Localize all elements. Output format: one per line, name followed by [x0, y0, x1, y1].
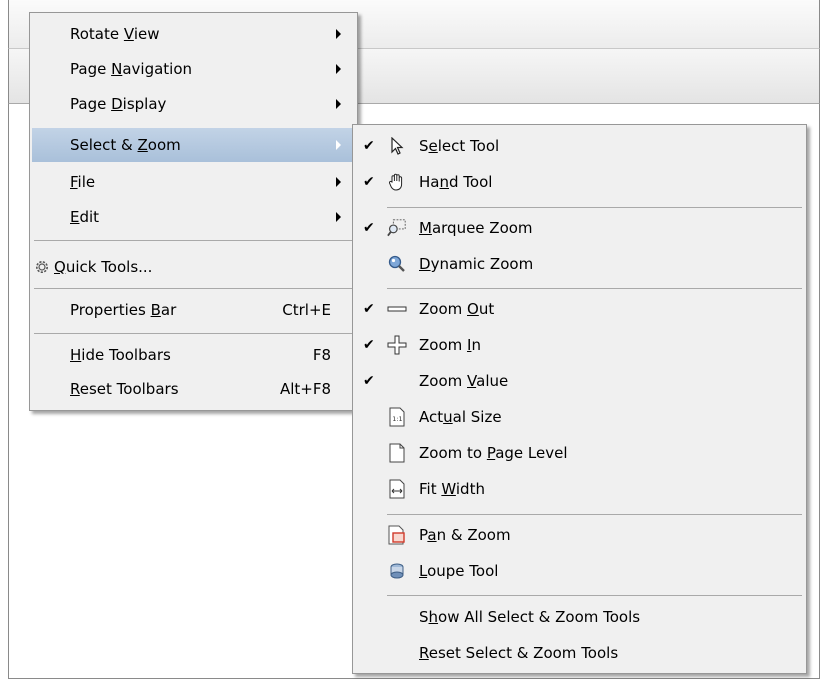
menu-separator: [34, 288, 353, 289]
menu-item-label: Properties Bar: [70, 301, 177, 319]
submenu-item-loupe-tool[interactable]: Loupe Tool: [355, 554, 804, 588]
fit-width-icon: [387, 479, 407, 499]
arrow-pointer-icon: [387, 136, 407, 156]
check-mark-icon: ✔: [363, 174, 375, 190]
menu-item-label: Hide Toolbars: [70, 346, 171, 364]
actual-size-icon: 1:1: [387, 407, 407, 427]
submenu-arrow-icon: [336, 29, 341, 39]
submenu-item-show-all-select-zoom-tools[interactable]: Show All Select & Zoom Tools: [355, 600, 804, 634]
submenu-item-hand-tool[interactable]: ✔ Hand Tool: [355, 165, 804, 199]
submenu-item-label: Dynamic Zoom: [419, 255, 534, 273]
submenu-item-label: Reset Select & Zoom Tools: [419, 644, 619, 662]
menu-item-quick-tools[interactable]: Quick Tools...: [32, 250, 355, 284]
submenu-arrow-icon: [336, 212, 341, 222]
plus-icon: [387, 335, 407, 355]
check-mark-icon: ✔: [363, 301, 375, 317]
menu-item-label: Select & Zoom: [70, 136, 181, 154]
menu-item-label: Quick Tools...: [54, 258, 153, 276]
loupe-icon: [387, 561, 407, 581]
svg-text:1:1: 1:1: [392, 415, 402, 423]
submenu-item-zoom-in[interactable]: ✔ Zoom In: [355, 328, 804, 362]
submenu-item-label: Marquee Zoom: [419, 219, 533, 237]
shortcut-label: Ctrl+E: [282, 301, 331, 319]
dynamic-zoom-icon: [387, 254, 407, 274]
menu-item-label: Rotate View: [70, 25, 160, 43]
menu-item-label: File: [70, 173, 96, 191]
submenu-arrow-icon: [336, 64, 341, 74]
menu-item-page-navigation[interactable]: Page Navigation: [32, 52, 355, 86]
menu-item-label: Edit: [70, 208, 100, 226]
menu-separator: [34, 240, 353, 241]
menu-item-select-zoom[interactable]: Select & Zoom: [32, 128, 355, 162]
submenu-item-label: Loupe Tool: [419, 562, 499, 580]
check-mark-icon: ✔: [363, 337, 375, 353]
submenu-item-label: Hand Tool: [419, 173, 493, 191]
submenu-arrow-icon: [336, 140, 341, 150]
submenu-item-zoom-out[interactable]: ✔ Zoom Out: [355, 292, 804, 326]
submenu-item-label: Zoom to Page Level: [419, 444, 568, 462]
menu-item-edit[interactable]: Edit: [32, 200, 355, 234]
submenu-arrow-icon: [336, 177, 341, 187]
check-mark-icon: ✔: [363, 220, 375, 236]
hand-icon: [387, 172, 407, 192]
menu-separator: [34, 333, 353, 334]
menu-separator: [387, 514, 802, 515]
context-menu: Rotate View Page Navigation Page Display…: [29, 12, 358, 411]
shortcut-label: Alt+F8: [279, 380, 331, 398]
menu-item-properties-bar[interactable]: Properties Bar Ctrl+E: [32, 293, 355, 327]
page-icon: [387, 443, 407, 463]
submenu-item-zoom-value[interactable]: ✔ Zoom Value: [355, 364, 804, 398]
shortcut-label: F8: [312, 346, 331, 364]
menu-item-hide-toolbars[interactable]: Hide Toolbars F8: [32, 338, 355, 372]
menu-item-page-display[interactable]: Page Display: [32, 87, 355, 121]
marquee-zoom-icon: [387, 218, 407, 238]
menu-item-label: Page Navigation: [70, 60, 193, 78]
submenu-item-label: Actual Size: [419, 408, 502, 426]
submenu-item-pan-zoom[interactable]: Pan & Zoom: [355, 518, 804, 552]
menu-separator: [387, 288, 802, 289]
menu-separator: [387, 207, 802, 208]
submenu-item-label: Select Tool: [419, 137, 500, 155]
submenu-item-select-tool[interactable]: ✔ Select Tool: [355, 129, 804, 163]
submenu-item-dynamic-zoom[interactable]: Dynamic Zoom: [355, 247, 804, 281]
pan-zoom-icon: [387, 525, 407, 545]
submenu-item-marquee-zoom[interactable]: ✔ Marquee Zoom: [355, 211, 804, 245]
menu-item-label: Page Display: [70, 95, 167, 113]
submenu-item-label: Pan & Zoom: [419, 526, 511, 544]
submenu-item-reset-select-zoom-tools[interactable]: Reset Select & Zoom Tools: [355, 636, 804, 670]
submenu-arrow-icon: [336, 99, 341, 109]
minus-icon: [387, 299, 407, 319]
menu-item-label: Reset Toolbars: [70, 380, 179, 398]
submenu-item-label: Zoom Value: [419, 372, 509, 390]
check-mark-icon: ✔: [363, 373, 375, 389]
submenu-item-zoom-to-page-level[interactable]: Zoom to Page Level: [355, 436, 804, 470]
menu-item-rotate-view[interactable]: Rotate View: [32, 17, 355, 51]
submenu-item-fit-width[interactable]: Fit Width: [355, 472, 804, 506]
select-zoom-submenu: ✔ Select Tool ✔ Hand Tool ✔ Marquee Zoom…: [352, 124, 807, 674]
submenu-item-label: Zoom Out: [419, 300, 495, 318]
menu-separator: [387, 595, 802, 596]
submenu-item-label: Zoom In: [419, 336, 481, 354]
submenu-item-actual-size[interactable]: 1:1 Actual Size: [355, 400, 804, 434]
menu-item-file[interactable]: File: [32, 165, 355, 199]
submenu-item-label: Fit Width: [419, 480, 485, 498]
check-mark-icon: ✔: [363, 138, 375, 154]
menu-item-reset-toolbars[interactable]: Reset Toolbars Alt+F8: [32, 372, 355, 406]
gear-icon: [36, 261, 48, 273]
submenu-item-label: Show All Select & Zoom Tools: [419, 608, 641, 626]
